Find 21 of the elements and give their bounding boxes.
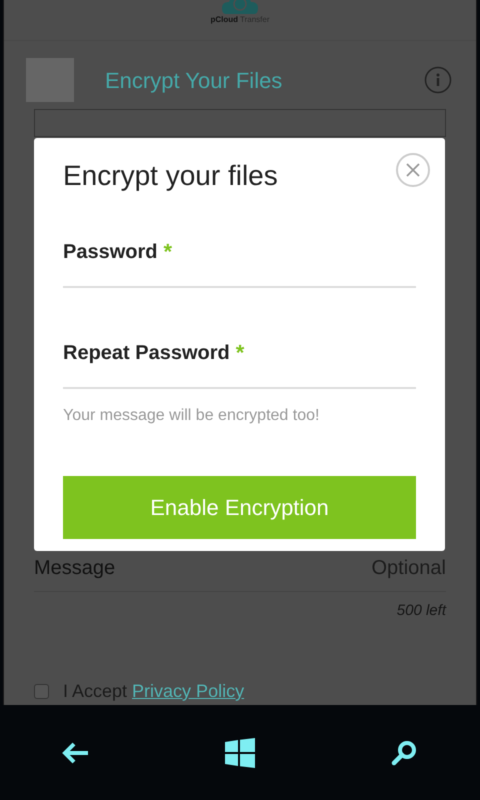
consent-checkbox[interactable] — [34, 684, 49, 699]
close-icon — [406, 163, 420, 177]
close-button[interactable] — [396, 153, 430, 187]
field-label: Password — [63, 240, 158, 264]
required-mark: * — [163, 238, 172, 266]
message-label: Message — [34, 556, 116, 580]
dialog-title: Encrypt your files — [63, 159, 278, 193]
page-title: Encrypt Your Files — [105, 66, 282, 95]
required-mark: * — [236, 339, 244, 367]
character-counter: 500 left — [396, 600, 446, 620]
windows-logo-icon[interactable] — [225, 738, 255, 768]
avatar-placeholder — [26, 58, 74, 102]
text-area[interactable] — [34, 109, 446, 136]
brand-name: pCloud — [210, 16, 238, 24]
info-icon[interactable] — [424, 66, 452, 94]
privacy-policy-link[interactable]: Privacy Policy — [132, 678, 244, 705]
search-icon[interactable] — [390, 738, 418, 766]
enable-encryption-button[interactable]: Enable Encryption — [63, 476, 416, 539]
encryption-note: Your message will be encrypted too! — [63, 406, 320, 426]
field-label: Repeat Password — [63, 340, 230, 366]
back-arrow-icon[interactable] — [62, 742, 90, 764]
